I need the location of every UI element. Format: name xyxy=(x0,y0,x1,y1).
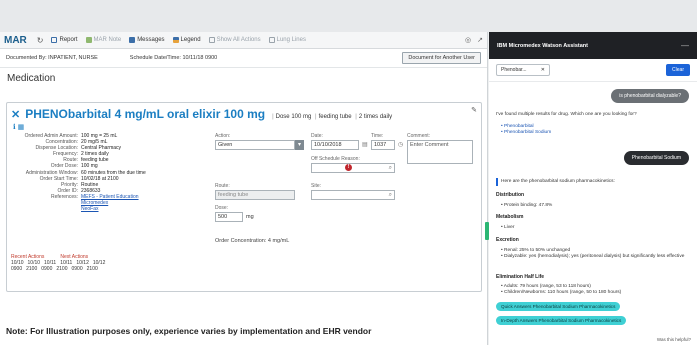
dose-label: Dose: xyxy=(215,205,229,211)
assistant-panel: IBM Micromedex Watson Assistant — Phenob… xyxy=(489,32,697,345)
actions-icon xyxy=(208,37,215,43)
clock-icon[interactable]: ◷ xyxy=(398,141,403,148)
note-icon xyxy=(85,37,92,43)
mar-toolbar: MAR ↻ Report MAR Note Messages Legend Sh… xyxy=(0,32,487,49)
assistant-header: IBM Micromedex Watson Assistant — xyxy=(489,32,697,59)
messages-icon xyxy=(129,37,136,43)
show-all-actions-button[interactable]: Show All Actions xyxy=(208,37,261,43)
route-label: Route: xyxy=(215,183,230,189)
chip-close-icon[interactable]: ✕ xyxy=(541,67,545,73)
expand-icon[interactable]: ↗ xyxy=(477,36,483,44)
in-depth-answers-button[interactable]: In-Depth Answers Phenobarbital Sodium Ph… xyxy=(496,316,627,325)
site-label: Site: xyxy=(311,183,322,189)
mar-window: MAR ↻ Report MAR Note Messages Legend Sh… xyxy=(0,32,488,345)
quick-answers-button[interactable]: Quick Answers Phenobarbital Sodium Pharm… xyxy=(496,302,621,311)
refresh-icon[interactable]: ↻ xyxy=(37,36,44,45)
lines-icon xyxy=(268,37,275,43)
search-chip[interactable]: Phenobar... ✕ xyxy=(496,64,550,76)
medication-route: feeding tube xyxy=(318,114,352,120)
settings-icon[interactable]: ◎ xyxy=(465,36,471,44)
pin-icon[interactable]: ✎ xyxy=(471,106,477,114)
legend-button[interactable]: Legend xyxy=(172,37,201,43)
action-label: Action: xyxy=(215,133,231,139)
dose-unit: mg xyxy=(246,214,254,220)
medication-card: ✕ PHENObarbital 4 mg/mL oral elixir 100 … xyxy=(6,102,482,292)
route-input: feeding tube xyxy=(215,190,295,200)
comment-label: Comment: xyxy=(407,133,431,139)
documented-by: Documented By: INPATIENT, NURSE xyxy=(6,55,98,61)
option-phenobarbital-sodium[interactable]: Phenobarbital Sodium xyxy=(501,130,551,136)
document-for-another-user-button[interactable]: Document for Another User xyxy=(402,52,481,64)
lung-lines-button[interactable]: Lung Lines xyxy=(268,37,306,43)
grid-icon[interactable]: ▦ xyxy=(18,124,25,131)
section-elimination-half-life: Elimination Half Life xyxy=(496,274,545,280)
search-icon: ⌕ xyxy=(388,165,392,171)
legend-icon xyxy=(172,37,179,43)
report-button[interactable]: Report xyxy=(51,37,78,43)
reference-link-neofax[interactable]: NeoFax xyxy=(81,206,99,212)
top-band xyxy=(0,0,697,32)
time-label: Time: xyxy=(371,133,384,139)
messages-button[interactable]: Messages xyxy=(129,37,165,43)
order-concentration: Order Concentration: 4 mg/mL xyxy=(215,238,290,244)
assistant-search-bar: Phenobar... ✕ Clear xyxy=(489,59,697,82)
comment-textarea[interactable]: Enter Comment xyxy=(407,140,473,164)
dose-input[interactable]: 500 xyxy=(215,212,243,222)
action-select[interactable]: Given xyxy=(215,140,295,150)
section-metabolism: Metabolism xyxy=(496,214,524,220)
action-times: 0900 2100 0900 2100 0900 2100 xyxy=(11,265,98,272)
illustration-note: Note: For Illustration purposes only, ex… xyxy=(6,326,372,336)
collapse-icon[interactable]: — xyxy=(681,41,689,50)
report-icon xyxy=(51,37,58,43)
medication-frequency: 2 times daily xyxy=(358,114,393,120)
clear-button[interactable]: Clear xyxy=(666,64,690,76)
search-icon: ⌕ xyxy=(388,192,392,198)
off-schedule-reason-input[interactable]: ⌕ xyxy=(311,163,395,173)
date-label: Date: xyxy=(311,133,323,139)
user-question-bubble: is phenobarbital dialyzable? xyxy=(611,89,689,103)
close-icon[interactable]: ✕ xyxy=(11,108,20,121)
calendar-icon[interactable]: ▤ xyxy=(362,141,368,148)
section-distribution: Distribution xyxy=(496,192,525,198)
order-details: Ordered Admin Amount: 100 mg = 25 mL Conc… xyxy=(11,133,201,212)
medication-name: PHENObarbital 4 mg/mL oral elixir 100 mg xyxy=(25,107,266,121)
assistant-title: IBM Micromedex Watson Assistant xyxy=(497,42,588,49)
mar-title: MAR xyxy=(4,34,27,46)
time-input[interactable]: 1037 xyxy=(371,140,395,150)
schedule-datetime: Schedule Date/Time: 10/11/18 0900 xyxy=(129,55,218,61)
date-input[interactable]: 10/10/2018 xyxy=(311,140,359,150)
mar-note-button[interactable]: MAR Note xyxy=(85,37,121,43)
section-title: Medication xyxy=(7,73,56,84)
medication-dose: Dose 100 mg xyxy=(275,114,312,120)
user-selection-bubble: Phenobarbital Sodium xyxy=(623,151,689,165)
feedback-prompt[interactable]: Was this helpful? xyxy=(657,337,691,342)
section-excretion: Excretion xyxy=(496,237,519,243)
recent-next-actions: Recent Actions Next Actions 10/10 10/10 10… xyxy=(11,254,105,272)
off-schedule-reason-label: Off Schedule Reason: xyxy=(311,156,360,162)
alert-icon: ! xyxy=(345,164,352,171)
document-bar: Documented By: INPATIENT, NURSE Schedule… xyxy=(0,49,487,68)
pk-intro: Here are the phenobarbital sodium pharma… xyxy=(501,179,615,184)
site-input[interactable]: ⌕ xyxy=(311,190,395,200)
multi-result-text: I've found multiple results for drug. Wh… xyxy=(496,112,637,117)
chevron-down-icon[interactable]: ▾ xyxy=(295,140,304,150)
info-icon[interactable]: ℹ xyxy=(13,124,16,131)
